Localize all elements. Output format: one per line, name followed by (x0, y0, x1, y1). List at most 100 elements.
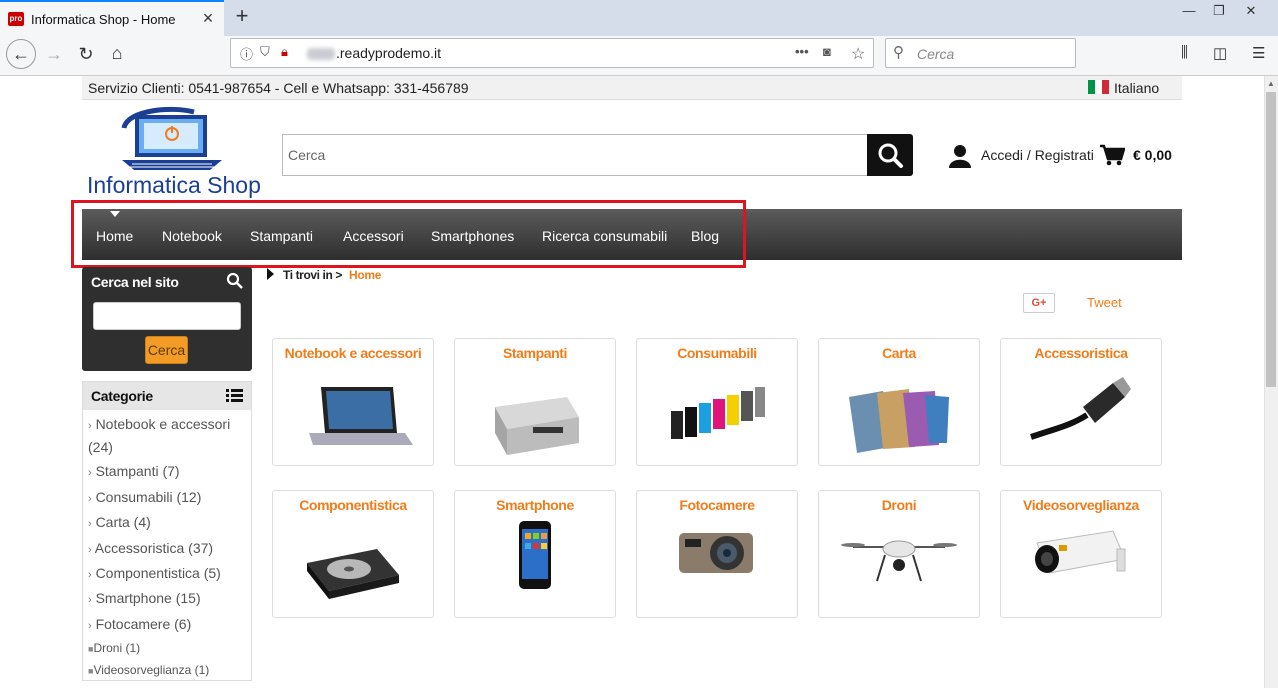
google-plus-button[interactable]: G+ (1023, 293, 1055, 313)
category-card[interactable]: Carta (818, 338, 980, 466)
scroll-up-icon[interactable]: ▲ (1267, 79, 1275, 88)
browser-search-placeholder: Cerca (917, 46, 955, 62)
category-item[interactable]: › Fotocamere (6) (88, 614, 248, 637)
tweet-button[interactable]: Tweet (1087, 295, 1122, 310)
card-title: Consumabili (677, 345, 757, 361)
categories-title: Categorie (91, 388, 153, 404)
drone-image (841, 540, 957, 582)
site-search-button[interactable] (867, 134, 913, 176)
card-title: Stampanti (502, 345, 568, 361)
category-item[interactable]: › Stampanti (7) (88, 461, 248, 484)
category-label: Fotocamere (6) (95, 616, 192, 632)
subcategory-label: Videosorveglianza (1) (93, 663, 210, 677)
site-search-input[interactable]: Cerca (282, 134, 868, 176)
category-card[interactable]: Smartphone (454, 490, 616, 618)
cart-total[interactable]: € 0,00 (1133, 147, 1172, 163)
sidebar-search-button[interactable]: Cerca (145, 336, 188, 364)
category-card[interactable]: Stampanti (454, 338, 616, 466)
bookmark-star-icon[interactable]: ☆ (851, 44, 865, 64)
category-item[interactable]: › Componentistica (5) (88, 563, 248, 586)
insecure-lock-icon[interactable]: 🔒︎ (281, 44, 288, 60)
category-label: Notebook e accessori (24) (88, 416, 231, 455)
search-icon: ⚲ (893, 44, 904, 61)
card-title: Droni (881, 497, 917, 513)
library-icon[interactable]: ⫼ (1181, 44, 1188, 61)
highlight-box (71, 200, 746, 268)
smartphone-image (519, 521, 551, 589)
logo-text[interactable]: Informatica Shop (87, 172, 261, 199)
tab-title: Informatica Shop - Home (31, 12, 176, 27)
hard-disk-image (307, 549, 399, 599)
breadcrumb-arrow-icon (267, 268, 274, 280)
subcategory-item[interactable]: ■Droni (1) (88, 641, 140, 655)
tab-close-icon[interactable]: × (198, 8, 218, 28)
site-search-placeholder: Cerca (288, 147, 326, 163)
category-card[interactable]: Fotocamere (636, 490, 798, 618)
ink-cartridges-image (671, 387, 765, 439)
favicon-icon: pro (8, 12, 24, 26)
search-icon (878, 143, 903, 168)
category-item[interactable]: › Smartphone (15) (88, 588, 248, 611)
breadcrumb-prefix: Ti trovi in > (283, 268, 342, 282)
category-item[interactable]: › Carta (4) (88, 512, 248, 535)
category-label: Consumabili (12) (95, 489, 202, 505)
shield-icon[interactable]: ⛉ (260, 44, 270, 60)
category-card[interactable]: Droni (818, 490, 980, 618)
home-icon[interactable]: ⌂ (103, 39, 131, 67)
window-close-icon[interactable]: ✕ (1236, 2, 1266, 20)
sidebar-search-input[interactable] (93, 302, 241, 330)
language-selector[interactable]: Italiano (1114, 80, 1159, 96)
category-label: Accessoristica (37) (94, 540, 214, 556)
search-icon (226, 272, 244, 293)
category-item[interactable]: › Notebook e accessori (24) (88, 414, 248, 458)
card-title: Carta (882, 345, 916, 361)
subcategory-label: Droni (1) (93, 641, 141, 655)
category-card[interactable]: Consumabili (636, 338, 798, 466)
category-item[interactable]: › Consumabili (12) (88, 487, 248, 510)
printer-image (495, 397, 579, 455)
reload-icon[interactable]: ↻ (72, 40, 100, 68)
paper-packs-image (849, 389, 949, 453)
category-card[interactable]: Accessoristica (1000, 338, 1162, 466)
breadcrumb-current[interactable]: Home (349, 268, 381, 282)
category-item[interactable]: › Accessoristica (37) (88, 538, 248, 561)
scrollbar-thumb[interactable] (1266, 92, 1276, 387)
menu-icon[interactable]: ☰ (1252, 44, 1265, 62)
pocket-icon[interactable]: ◙ (823, 44, 831, 59)
customer-service-text: Servizio Clienti: 0541-987654 - Cell e W… (88, 80, 469, 96)
back-icon[interactable]: ← (6, 39, 36, 69)
login-link[interactable]: Accedi / Registrati (981, 147, 1094, 163)
url-redaction (307, 48, 335, 60)
notebook-image (309, 387, 413, 445)
subcategory-item[interactable]: ■Videosorveglianza (1) (88, 663, 209, 677)
camera-image (679, 533, 753, 573)
italy-flag-icon[interactable] (1088, 80, 1109, 94)
hdmi-cable-image (1030, 377, 1131, 440)
category-label: Carta (4) (95, 514, 151, 530)
security-camera-image (1035, 530, 1126, 574)
card-title: Notebook e accessori (284, 345, 422, 361)
card-title: Fotocamere (679, 497, 755, 513)
browser-search-field[interactable] (885, 38, 1076, 68)
url-text[interactable]: .readyprodemo.it (336, 45, 441, 61)
card-title: Videosorveglianza (1023, 497, 1139, 513)
logo-laptop-icon (121, 106, 222, 170)
category-card[interactable]: Componentistica (272, 490, 434, 618)
cart-icon[interactable] (1099, 144, 1126, 169)
page-actions-icon[interactable]: ••• (795, 44, 809, 59)
card-title: Componentistica (299, 497, 407, 513)
category-label: Stampanti (7) (95, 463, 180, 479)
browser-tab[interactable]: pro Informatica Shop - Home × (0, 0, 224, 36)
list-icon[interactable] (226, 389, 243, 405)
info-icon[interactable]: ⓘ (240, 44, 253, 63)
user-icon[interactable] (948, 143, 972, 172)
sidebar-icon[interactable]: ◫ (1213, 44, 1227, 62)
minimize-icon[interactable]: — (1174, 2, 1204, 20)
category-card[interactable]: Videosorveglianza (1000, 490, 1162, 618)
new-tab-icon[interactable]: + (230, 4, 254, 28)
restore-icon[interactable]: ❐ (1204, 2, 1234, 20)
category-card[interactable]: Notebook e accessori (272, 338, 434, 466)
category-label: Componentistica (5) (95, 565, 221, 581)
category-label: Smartphone (15) (95, 590, 201, 606)
forward-icon[interactable]: → (40, 40, 68, 68)
